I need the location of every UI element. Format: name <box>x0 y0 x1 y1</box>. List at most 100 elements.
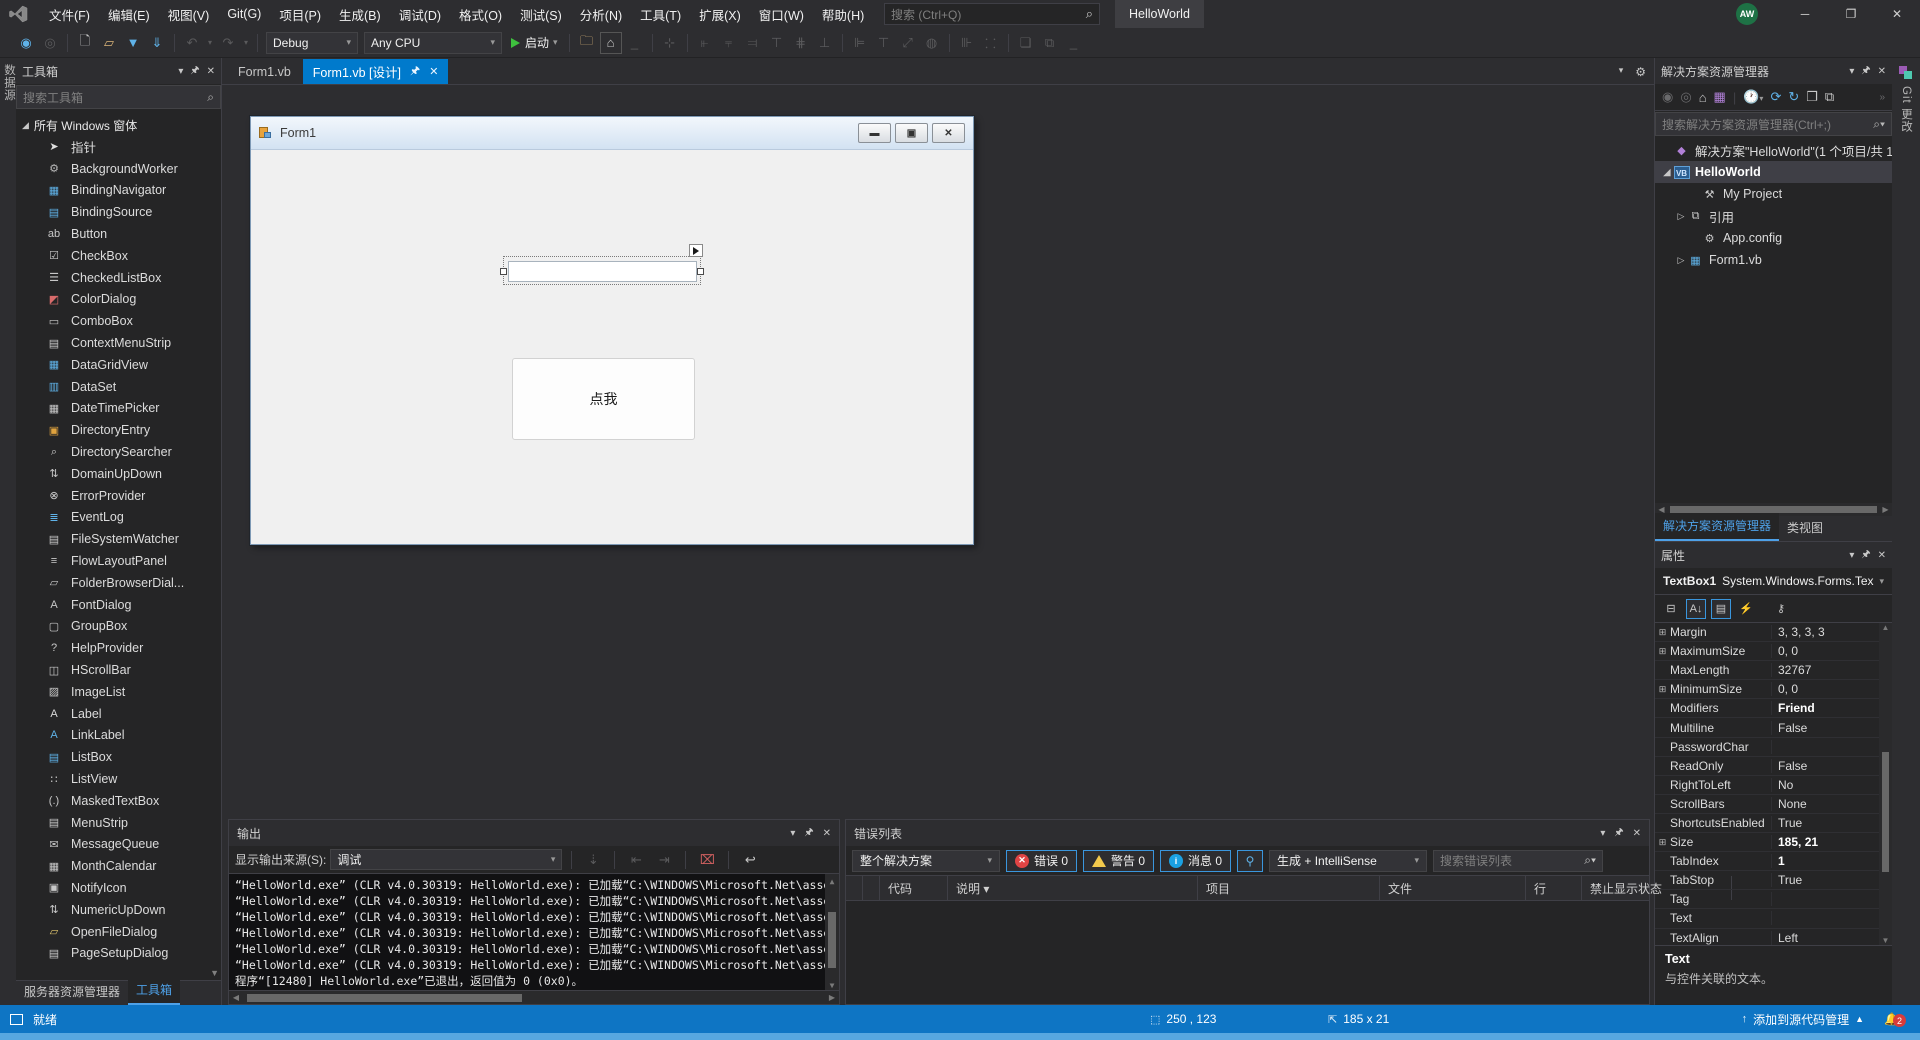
property-row[interactable]: ScrollBars None <box>1655 795 1892 814</box>
tree-expander-icon[interactable]: ▷ <box>1675 255 1687 266</box>
refresh-icon[interactable]: ⟳ <box>1770 89 1781 105</box>
toolbox-item[interactable]: ◫ HScrollBar <box>16 659 221 681</box>
output-close-icon[interactable]: ✕ <box>823 828 831 839</box>
property-row[interactable]: Modifiers Friend <box>1655 699 1892 719</box>
output-menu-icon[interactable]: ▾ <box>790 828 795 839</box>
toolbox-item[interactable]: ▱ FolderBrowserDial... <box>16 572 221 594</box>
toolbox-item[interactable]: ▤ BindingSource <box>16 201 221 223</box>
properties-object-dropdown[interactable]: TextBox1 System.Windows.Forms.Tex ▾ <box>1655 568 1892 595</box>
document-tab[interactable]: Form1.vb [设计] 🖈 ✕ <box>302 59 449 84</box>
toolbox-item[interactable]: ▥ DataSet <box>16 376 221 398</box>
properties-menu-icon[interactable]: ▾ <box>1849 550 1854 561</box>
error-column-header[interactable]: 文件 <box>1380 876 1526 900</box>
output-horizontal-scrollbar[interactable]: ◀ ▶ <box>229 990 839 1004</box>
menu-item[interactable]: 生成(B) <box>330 0 390 28</box>
toolbox-item[interactable]: ☰ CheckedListBox <box>16 267 221 289</box>
pending-changes-icon[interactable]: 🕐▾ <box>1743 89 1763 105</box>
sol-home-icon[interactable]: ⌂ <box>1699 90 1707 105</box>
solution-search-input[interactable]: 搜索解决方案资源管理器(Ctrl+;) ⌕▾ <box>1655 112 1892 136</box>
menu-item[interactable]: Git(G) <box>218 0 270 28</box>
properties-view-icon[interactable]: ▤ <box>1711 598 1731 619</box>
editor-options-gear-icon[interactable]: ⚙ <box>1635 65 1646 79</box>
property-value[interactable]: 3, 3, 3, 3 <box>1772 625 1892 639</box>
errors-filter-button[interactable]: ✕ 错误 0 <box>1006 849 1078 872</box>
toolbox-item[interactable]: ab Button <box>16 223 221 245</box>
error-search-input[interactable]: 搜索错误列表 ⌕▾ <box>1433 849 1604 872</box>
find-message-icon[interactable]: ⇣ <box>582 849 604 871</box>
goto-next-message-icon[interactable]: ⇥ <box>653 849 675 871</box>
menu-item[interactable]: 格式(O) <box>450 0 511 28</box>
alphabetical-icon[interactable]: A↓ <box>1686 598 1706 619</box>
error-column-header[interactable] <box>846 876 863 900</box>
save-all-icon[interactable]: ⇓ <box>146 32 168 54</box>
toolbox-item[interactable]: ? HelpProvider <box>16 637 221 659</box>
close-button[interactable]: ✕ <box>1874 0 1920 28</box>
toolbox-item[interactable]: ▦ BindingNavigator <box>16 180 221 202</box>
feedback-icon[interactable] <box>10 1013 23 1025</box>
property-expander-icon[interactable]: ⊞ <box>1655 646 1670 657</box>
tree-expander-icon[interactable]: ◢ <box>1661 167 1673 178</box>
events-icon[interactable]: ⚡ <box>1736 599 1756 619</box>
tab-pin-icon[interactable]: 🖈 <box>410 62 420 81</box>
property-row[interactable]: ⊞ MaximumSize 0, 0 <box>1655 642 1892 662</box>
error-column-header[interactable]: 项目 <box>1198 876 1380 900</box>
property-value[interactable]: False <box>1772 759 1892 773</box>
property-value[interactable]: False <box>1772 721 1892 735</box>
quick-search-input[interactable]: 搜索 (Ctrl+Q) ⌕ <box>884 3 1100 25</box>
menu-item[interactable]: 分析(N) <box>571 0 631 28</box>
properties-pin-icon[interactable]: 🖈 <box>1861 547 1870 564</box>
data-sources-vertical-tab[interactable]: 数据源 <box>1 64 17 102</box>
toolbox-item[interactable]: ▦ DateTimePicker <box>16 398 221 420</box>
tree-item[interactable]: ◆ 解决方案"HelloWorld"(1 个项目/共 1 个) <box>1655 139 1892 161</box>
menu-item[interactable]: 文件(F) <box>40 0 99 28</box>
property-pages-icon[interactable]: ⚷ <box>1771 599 1791 619</box>
resize-handle-left[interactable] <box>500 268 507 275</box>
toolbox-item[interactable]: A LinkLabel <box>16 725 221 747</box>
toolbox-pin-icon[interactable]: 🖈 <box>190 63 199 80</box>
toolbar-overflow-icon[interactable]: _ <box>1063 32 1085 54</box>
add-to-source-control-button[interactable]: ↑ 添加到源代码管理 ▲ <box>1732 1011 1874 1028</box>
designed-form[interactable]: Form1 ▬ ▣ ✕ 点我 <box>250 116 974 545</box>
tree-item[interactable]: ▷ ▦ Form1.vb <box>1655 249 1892 271</box>
sol-back-icon[interactable]: ◉ <box>1662 89 1673 105</box>
switch-views-icon[interactable]: ▦ <box>1714 89 1726 105</box>
document-tab[interactable]: Form1.vb <box>228 59 301 84</box>
output-pin-icon[interactable]: 🖈 <box>804 825 813 842</box>
error-column-header[interactable] <box>863 876 880 900</box>
toolbox-item[interactable]: ▤ ListBox <box>16 746 221 768</box>
platform-dropdown[interactable]: Any CPU ▾ <box>364 31 502 54</box>
menu-item[interactable]: 工具(T) <box>631 0 690 28</box>
solution-menu-icon[interactable]: ▾ <box>1849 66 1854 77</box>
open-file-icon[interactable]: ▱ <box>98 32 120 54</box>
property-row[interactable]: MaxLength 32767 <box>1655 661 1892 681</box>
menu-item[interactable]: 帮助(H) <box>813 0 873 28</box>
menu-item[interactable]: 编辑(E) <box>99 0 159 28</box>
properties-scrollbar[interactable]: ▲ ▼ <box>1879 623 1892 945</box>
toolbox-item[interactable]: ∷ ListView <box>16 768 221 790</box>
solution-close-icon[interactable]: ✕ <box>1878 66 1886 77</box>
menu-item[interactable]: 项目(P) <box>270 0 330 28</box>
tree-item[interactable]: ◢ VB HelloWorld <box>1655 161 1892 183</box>
toolbox-item[interactable]: ▨ ImageList <box>16 681 221 703</box>
property-row[interactable]: RightToLeft No <box>1655 776 1892 795</box>
tree-item[interactable]: ⚙ App.config <box>1655 227 1892 249</box>
minimize-button[interactable]: ─ <box>1782 0 1828 28</box>
toolbox-search-input[interactable]: 搜索工具箱 ⌕ <box>16 85 221 109</box>
start-debug-button[interactable]: 启动 ▾ <box>505 32 564 54</box>
toolbox-item[interactable]: ▦ DataGridView <box>16 354 221 376</box>
find-in-files-icon[interactable]: 🗀 <box>576 32 598 54</box>
toolbox-bottom-tab[interactable]: 工具箱 <box>128 977 181 1005</box>
textbox-selection[interactable] <box>500 244 704 285</box>
designed-button[interactable]: 点我 <box>512 358 695 440</box>
show-all-files-icon[interactable]: ⧉ <box>1825 89 1834 105</box>
redo-dropdown-icon[interactable]: ▾ <box>241 32 251 54</box>
toolbox-item[interactable]: ⌕ DirectorySearcher <box>16 441 221 463</box>
collapse-all-icon[interactable]: ❐ <box>1806 89 1818 105</box>
property-row[interactable]: TabIndex 1 <box>1655 852 1892 872</box>
designed-form-client[interactable]: 点我 <box>251 150 973 544</box>
toolbox-item[interactable]: ▤ MenuStrip <box>16 812 221 834</box>
menu-item[interactable]: 视图(V) <box>159 0 219 28</box>
maximize-button[interactable]: ❐ <box>1828 0 1874 28</box>
property-value[interactable]: 0, 0 <box>1772 682 1892 696</box>
toolbox-item[interactable]: ≣ EventLog <box>16 507 221 529</box>
